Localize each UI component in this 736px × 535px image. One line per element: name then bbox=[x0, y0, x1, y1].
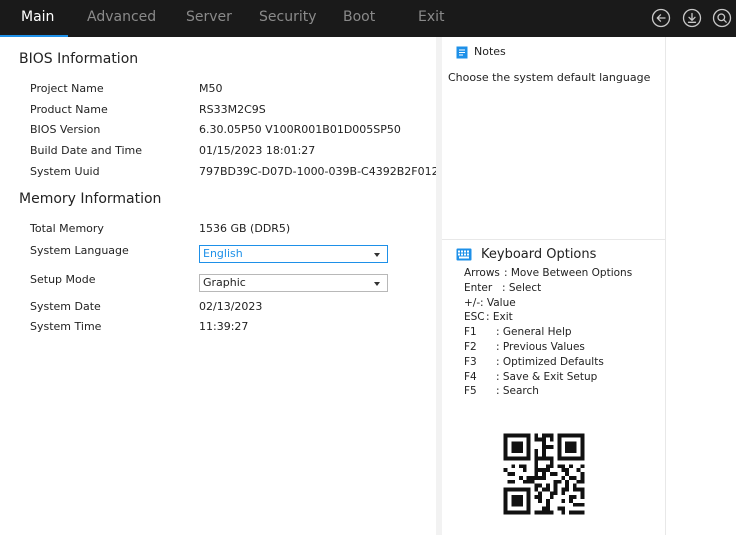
product-name-label: Product Name bbox=[30, 103, 108, 116]
keyboard-option-key: F5 bbox=[464, 385, 477, 398]
system-time-label: System Time bbox=[30, 320, 102, 333]
bios-information-heading: BIOS Information bbox=[19, 51, 139, 67]
keyboard-option-row: ESC: Exit bbox=[464, 311, 664, 323]
tab-security[interactable]: Security bbox=[257, 0, 319, 37]
system-language-label: System Language bbox=[30, 244, 129, 257]
keyboard-icon bbox=[456, 248, 472, 261]
setup-mode-select[interactable]: Graphic bbox=[199, 274, 388, 292]
keyboard-option-desc: : Optimized Defaults bbox=[496, 355, 604, 368]
notes-title: Notes bbox=[474, 45, 506, 58]
back-arrow-icon[interactable] bbox=[651, 8, 671, 28]
keyboard-option-desc: : Value bbox=[480, 296, 516, 309]
keyboard-option-row: Enter : Select bbox=[464, 282, 664, 294]
system-date-label: System Date bbox=[30, 300, 101, 313]
keyboard-option-key: +/- bbox=[464, 296, 481, 309]
total-memory-value: 1536 GB (DDR5) bbox=[199, 222, 291, 235]
keyboard-option-row: F1 : General Help bbox=[464, 326, 664, 338]
keyboard-option-desc: : Move Between Options bbox=[504, 267, 633, 279]
system-date-value[interactable]: 02/13/2023 bbox=[199, 300, 262, 313]
product-name-value: RS33M2C9S bbox=[199, 103, 266, 116]
keyboard-option-desc: : Search bbox=[496, 385, 539, 398]
keyboard-option-desc: : Previous Values bbox=[496, 341, 585, 353]
project-name-value: M50 bbox=[199, 82, 223, 95]
setup-mode-value: Graphic bbox=[203, 276, 246, 289]
download-icon[interactable] bbox=[682, 8, 702, 28]
setup-mode-label: Setup Mode bbox=[30, 273, 96, 286]
keyboard-option-desc: : General Help bbox=[496, 326, 572, 339]
keyboard-option-row: F3 : Optimized Defaults bbox=[464, 356, 664, 368]
keyboard-option-row: Arrows : Move Between Options bbox=[464, 267, 664, 279]
keyboard-option-desc: : Exit bbox=[486, 311, 513, 324]
keyboard-option-row: +/-: Value bbox=[464, 297, 664, 309]
system-language-select[interactable]: English bbox=[199, 245, 388, 263]
bios-version-label: BIOS Version bbox=[30, 123, 101, 136]
system-time-value[interactable]: 11:39:27 bbox=[199, 320, 248, 333]
chevron-down-icon bbox=[374, 253, 380, 257]
tab-server[interactable]: Server bbox=[184, 0, 234, 37]
qr-code bbox=[496, 426, 592, 522]
notes-box bbox=[442, 37, 666, 240]
chevron-down-icon bbox=[374, 282, 380, 286]
keyboard-option-desc: : Save & Exit Setup bbox=[496, 370, 598, 383]
keyboard-option-key: F3 bbox=[464, 355, 477, 368]
build-date-value: 01/15/2023 18:01:27 bbox=[199, 144, 316, 157]
tab-boot[interactable]: Boot bbox=[341, 0, 377, 37]
keyboard-option-key: Arrows bbox=[464, 267, 500, 279]
keyboard-option-key: ESC bbox=[464, 311, 485, 324]
top-menu-bar: Main Advanced Server Security Boot Exit bbox=[0, 0, 736, 38]
memory-information-heading: Memory Information bbox=[19, 191, 162, 207]
system-language-value: English bbox=[203, 247, 243, 260]
keyboard-option-row: F2 : Previous Values bbox=[464, 341, 664, 353]
keyboard-option-key: F4 bbox=[464, 370, 477, 383]
keyboard-option-row: F4 : Save & Exit Setup bbox=[464, 371, 664, 383]
search-icon[interactable] bbox=[712, 8, 732, 28]
keyboard-option-key: F1 bbox=[464, 326, 477, 339]
keyboard-options-title: Keyboard Options bbox=[481, 247, 597, 262]
project-name-label: Project Name bbox=[30, 82, 104, 95]
build-date-label: Build Date and Time bbox=[30, 144, 143, 157]
notes-text: Choose the system default language bbox=[448, 71, 651, 84]
system-uuid-label: System Uuid bbox=[30, 165, 100, 178]
system-uuid-value: 797BD39C-D07D-1000-039B-C4392B2F0122 bbox=[199, 165, 446, 178]
keyboard-option-key: Enter bbox=[464, 281, 493, 294]
bios-version-value: 6.30.05P50 V100R001B01D005SP50 bbox=[199, 123, 401, 136]
total-memory-label: Total Memory bbox=[30, 222, 104, 235]
keyboard-option-desc: : Select bbox=[502, 281, 542, 294]
keyboard-option-row: F5 : Search bbox=[464, 385, 664, 397]
tab-exit[interactable]: Exit bbox=[416, 0, 447, 37]
notes-icon bbox=[456, 46, 468, 59]
keyboard-option-key: F2 bbox=[464, 341, 477, 353]
tab-main[interactable]: Main bbox=[19, 0, 56, 37]
tab-advanced[interactable]: Advanced bbox=[85, 0, 158, 37]
